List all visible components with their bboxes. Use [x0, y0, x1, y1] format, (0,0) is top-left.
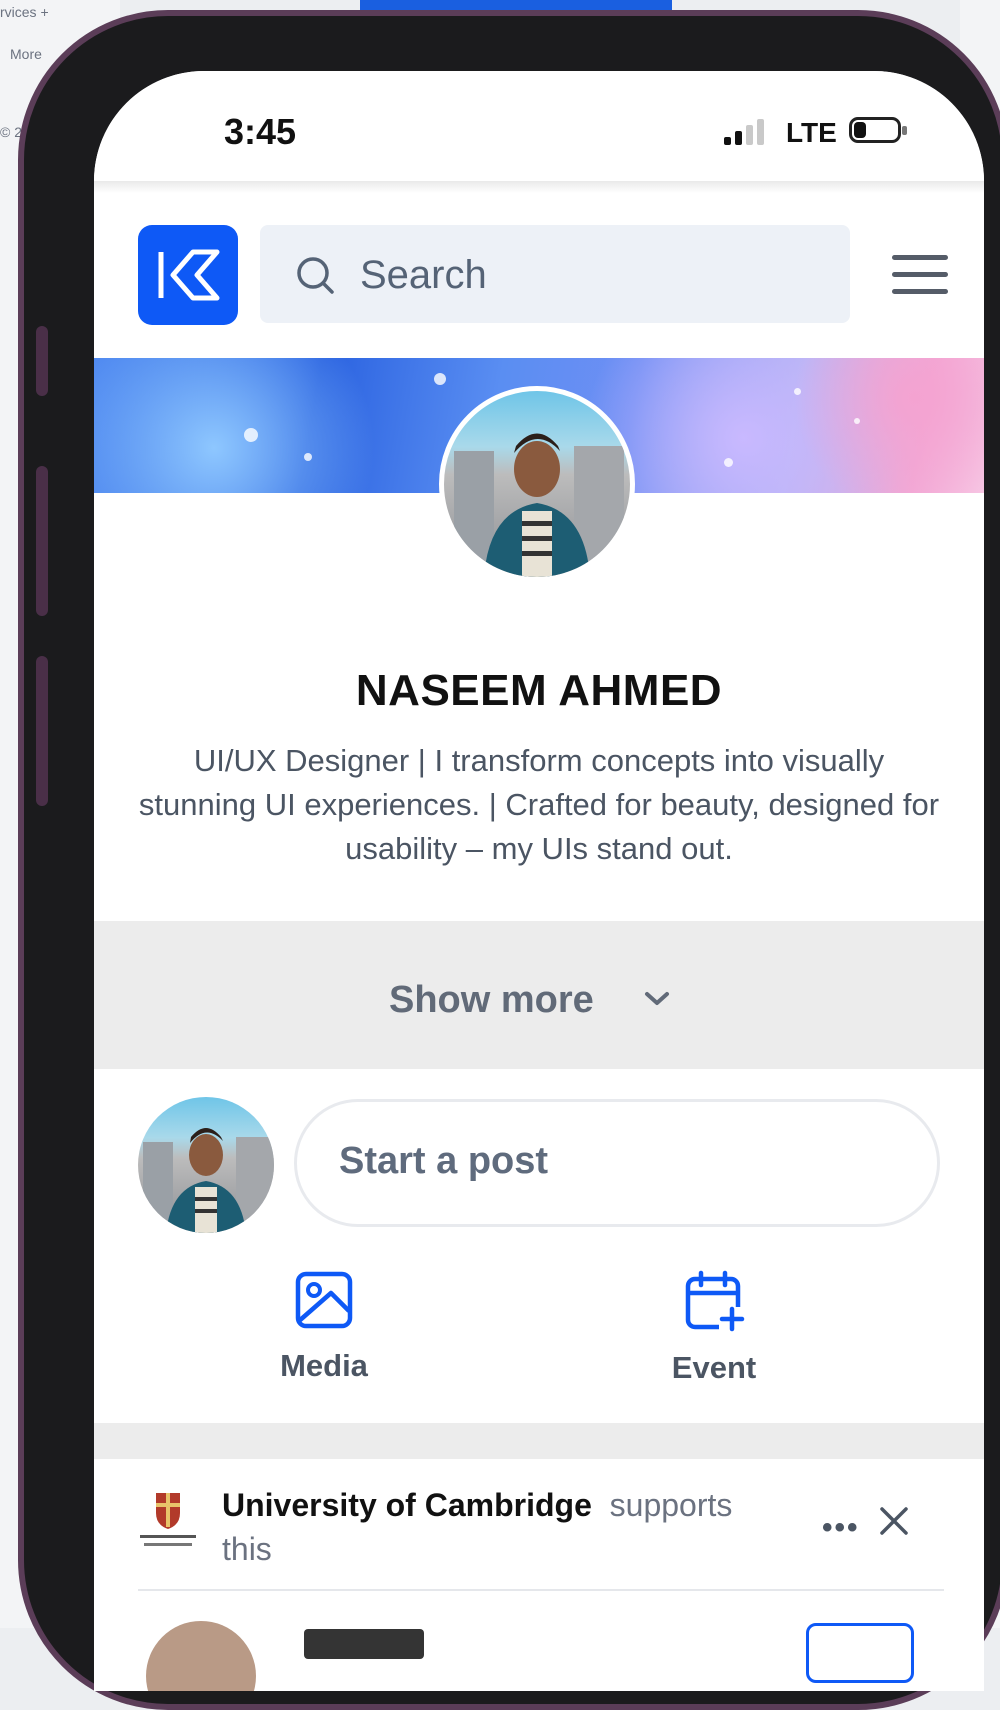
background-more-link: More: [10, 46, 42, 62]
profile-name: NASEEM AHMED: [355, 666, 723, 715]
battery-icon: [849, 117, 907, 143]
phone-side-button: [36, 656, 48, 806]
phone-screen: 3:45 LTE Search NASEEM AHMED UI/UX Desig…: [94, 71, 984, 1691]
search-input[interactable]: Search: [260, 225, 850, 323]
post-composer: Start a post Media Event: [94, 1069, 984, 1419]
feed-activity-verb: supports: [609, 1487, 733, 1523]
event-label: Event: [671, 1350, 757, 1385]
app-header: Search: [94, 193, 984, 353]
next-post-follow-button[interactable]: [806, 1623, 914, 1683]
signal-icon: [724, 119, 764, 145]
calendar-plus-icon: [683, 1270, 745, 1337]
start-post-input[interactable]: Start a post: [294, 1099, 940, 1227]
status-bar: 3:45 LTE: [94, 71, 984, 191]
profile-avatar[interactable]: [439, 386, 635, 582]
search-icon: [296, 255, 336, 300]
media-label: Media: [280, 1348, 368, 1383]
media-button[interactable]: Media: [224, 1269, 424, 1384]
feed-item: University of Cambridge supports this ••…: [94, 1459, 984, 1691]
feed-org-name[interactable]: University of Cambridge: [222, 1487, 592, 1523]
chevron-down-icon: [642, 989, 672, 1014]
user-avatar[interactable]: [138, 1097, 274, 1233]
feed-divider: [138, 1589, 944, 1591]
search-placeholder: Search: [360, 253, 487, 297]
start-post-placeholder: Start a post: [339, 1140, 549, 1182]
brand-logo-icon[interactable]: [138, 225, 238, 325]
image-icon: [293, 1271, 355, 1335]
background-nav-fragment: rvices +: [0, 4, 49, 20]
org-logo-icon[interactable]: [136, 1489, 200, 1553]
next-post-avatar[interactable]: [146, 1621, 256, 1691]
next-post-author[interactable]: [304, 1629, 424, 1659]
status-divider: [94, 181, 984, 193]
phone-frame: 3:45 LTE Search NASEEM AHMED UI/UX Desig…: [18, 10, 1000, 1710]
status-time: 3:45: [224, 111, 297, 152]
feed-activity-object: this: [222, 1531, 272, 1567]
show-more-label: Show more: [389, 979, 594, 1021]
hamburger-menu-icon[interactable]: [892, 255, 948, 295]
background-blue-bar: [360, 0, 672, 10]
more-horizontal-icon[interactable]: •••: [822, 1511, 860, 1545]
phone-side-button: [36, 466, 48, 616]
profile-bio: UI/UX Designer | I transform concepts in…: [138, 743, 940, 866]
section-divider: [94, 1423, 984, 1459]
phone-side-button: [36, 326, 48, 396]
close-icon[interactable]: [876, 1503, 912, 1544]
network-label: LTE: [786, 117, 837, 148]
event-button[interactable]: Event: [614, 1269, 814, 1386]
show-more-button[interactable]: Show more: [94, 921, 984, 1069]
feed-item-text: University of Cambridge supports this: [222, 1483, 782, 1571]
